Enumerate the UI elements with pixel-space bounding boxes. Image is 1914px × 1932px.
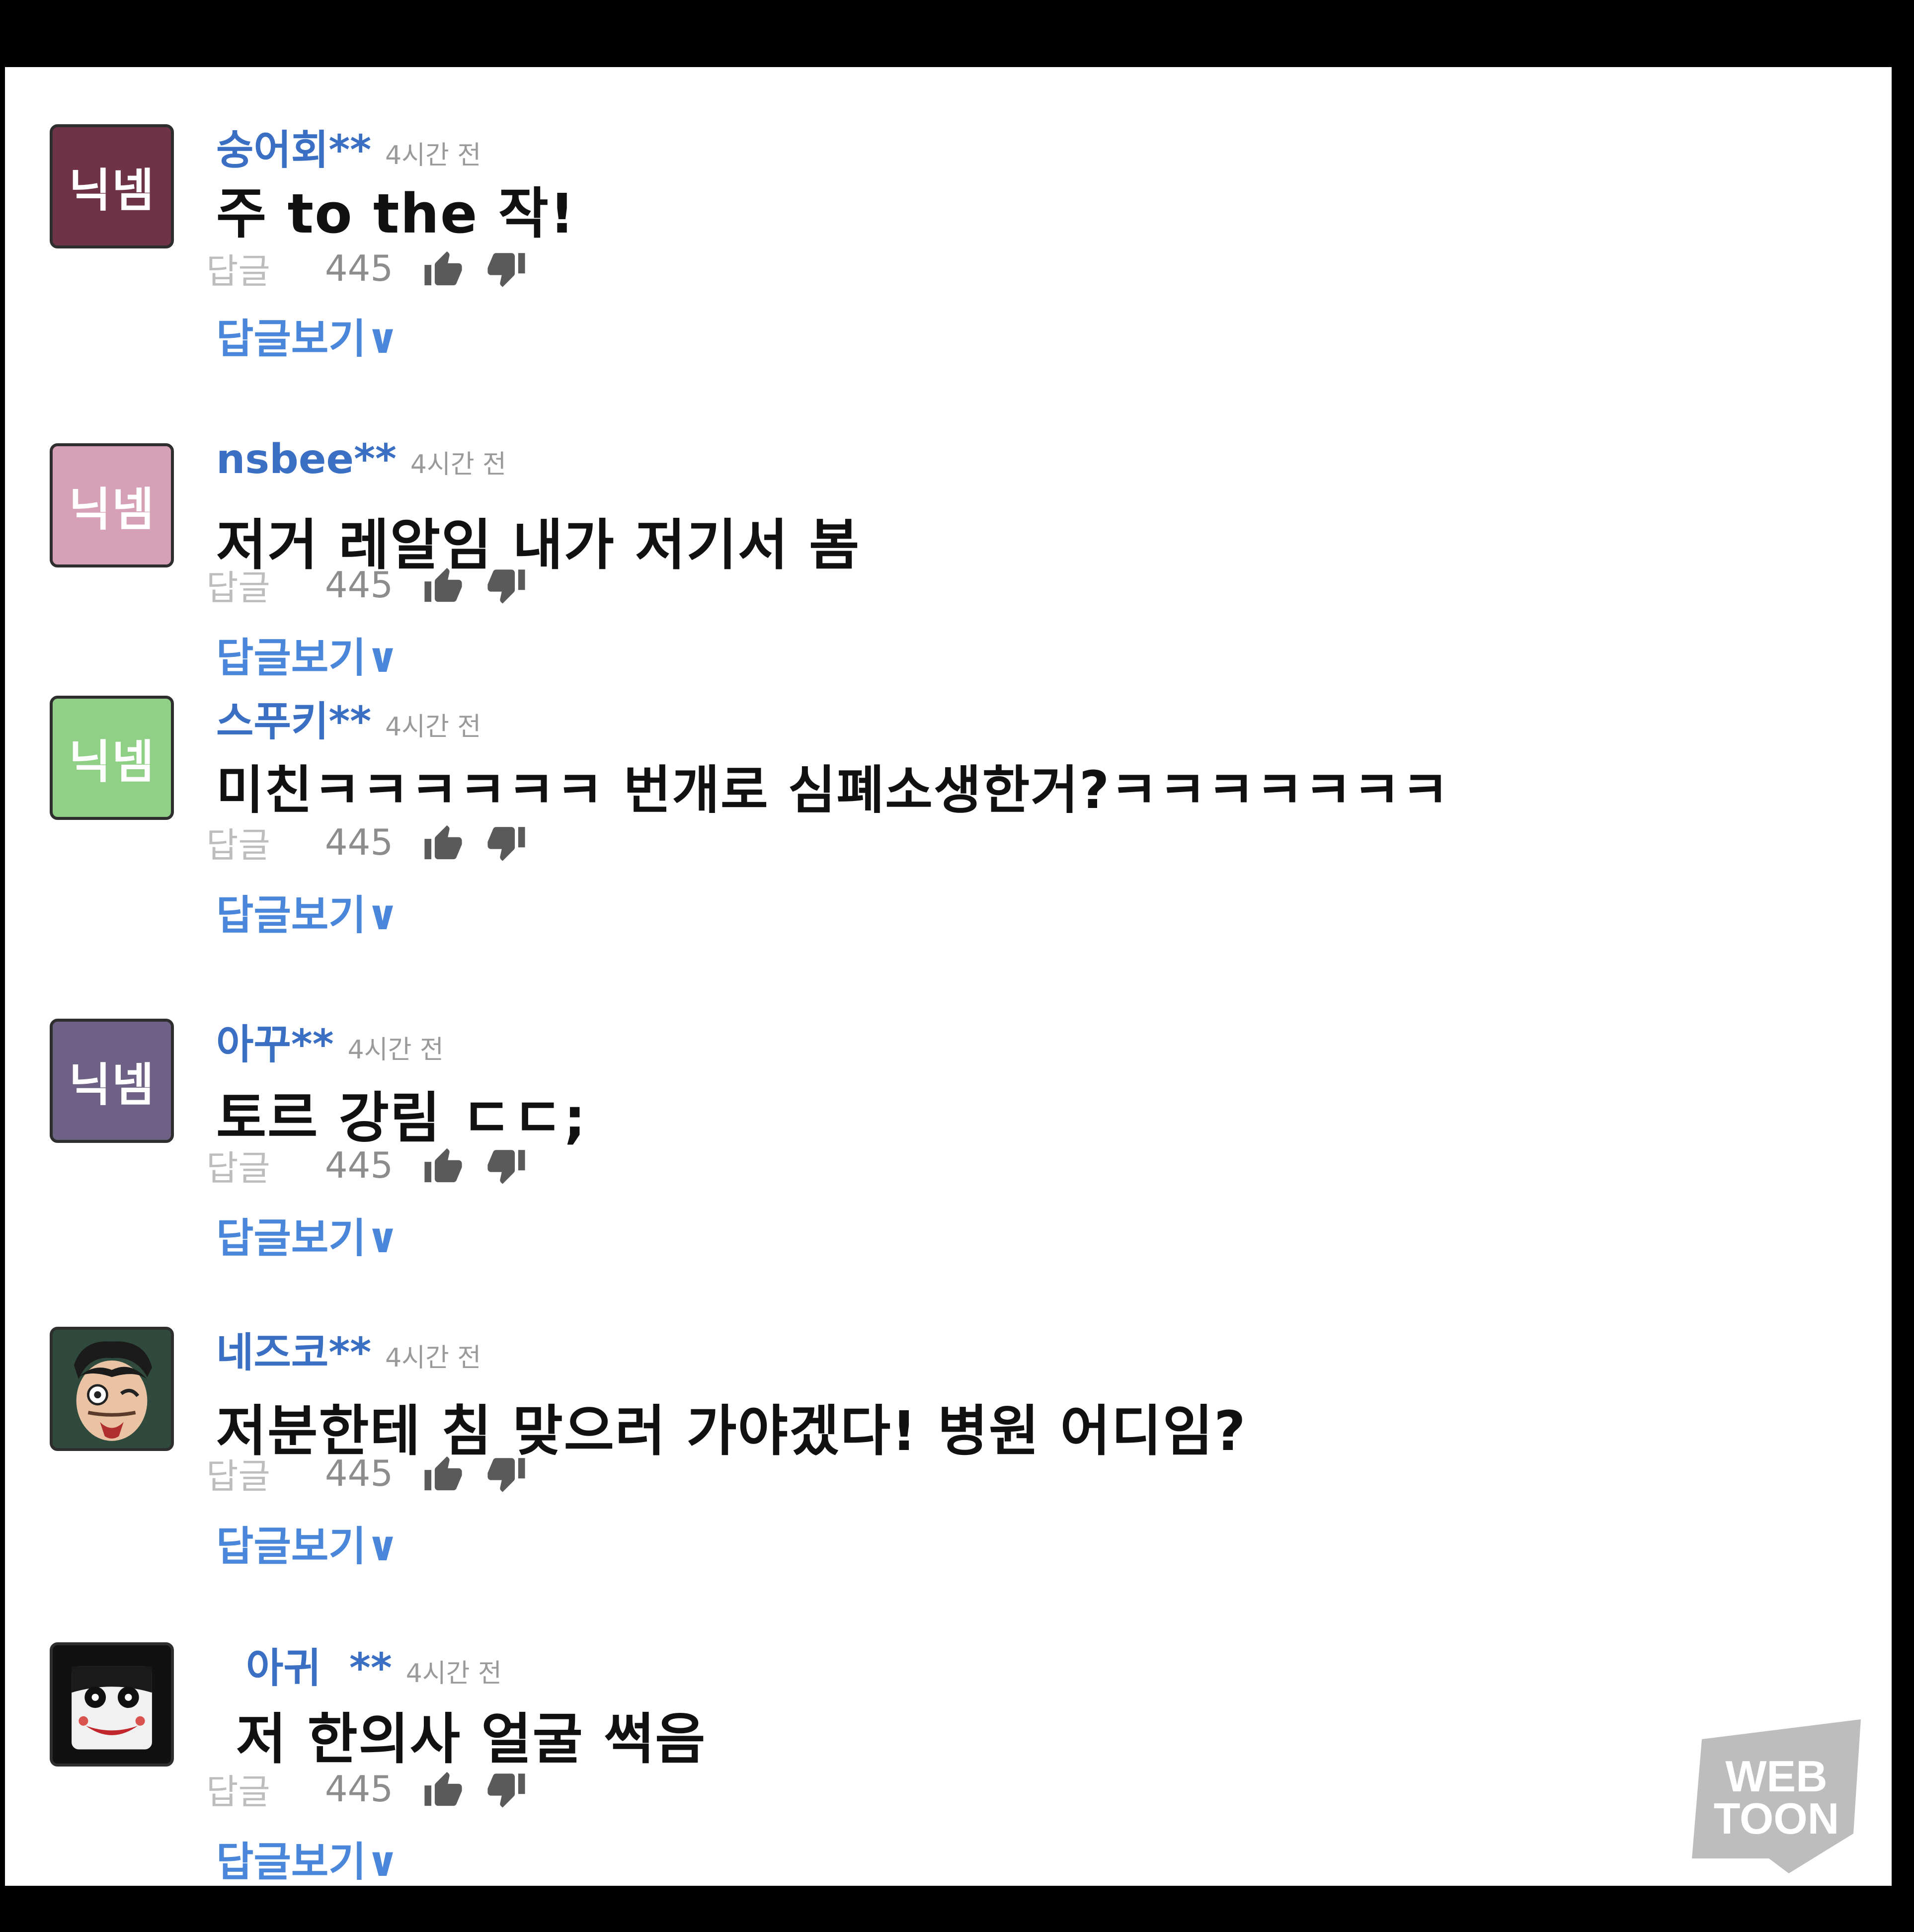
- avatar[interactable]: 닉넴: [50, 124, 174, 248]
- logo-text-line2: TOON: [1714, 1794, 1839, 1843]
- comment-header: 스푸키** 4시간 전: [216, 688, 481, 745]
- view-replies-link[interactable]: 답글보기∨: [216, 1513, 399, 1572]
- reply-button[interactable]: 답글: [206, 1449, 270, 1499]
- timestamp: 4시간 전: [385, 712, 481, 742]
- thumbs-down-icon[interactable]: [486, 1145, 527, 1186]
- timestamp: 4시간 전: [385, 1343, 481, 1373]
- thumbs-up-icon[interactable]: [423, 1769, 464, 1809]
- like-count: 445: [324, 564, 394, 606]
- like-count: 445: [324, 1768, 394, 1810]
- reply-button[interactable]: 답글: [206, 1764, 270, 1814]
- thumbs-up-icon[interactable]: [423, 248, 464, 289]
- thumbs-down-icon[interactable]: [486, 1769, 527, 1809]
- comment-actions: 답글 445: [206, 817, 527, 867]
- comment-text: 주 to the 작!: [216, 182, 576, 245]
- comment-header: nsbee** 4시간 전: [216, 436, 506, 490]
- thumbs-down-icon[interactable]: [486, 248, 527, 289]
- thumbs-down-icon[interactable]: [486, 1453, 527, 1494]
- view-replies-link[interactable]: 답글보기∨: [216, 1829, 399, 1886]
- like-count: 445: [324, 1144, 394, 1186]
- thumbs-down-icon[interactable]: [486, 564, 527, 605]
- avatar[interactable]: 닉넴: [50, 696, 174, 820]
- avatar-placeholder-text: 닉넴: [69, 483, 155, 536]
- webtoon-logo: WEB TOON: [1692, 1719, 1861, 1873]
- thumbs-up-icon[interactable]: [423, 564, 464, 605]
- view-replies-link[interactable]: 답글보기∨: [216, 882, 399, 941]
- thumbs-up-icon[interactable]: [423, 1453, 464, 1494]
- avatar-placeholder-text: 닉넴: [69, 1058, 155, 1112]
- like-count: 445: [324, 247, 394, 289]
- avatar-placeholder-text: 닉넴: [69, 735, 155, 789]
- avatar[interactable]: 닉넴: [50, 1019, 174, 1143]
- comment-actions: 답글 445: [206, 243, 527, 293]
- avatar[interactable]: 닉넴: [50, 443, 174, 567]
- avatar[interactable]: [50, 1642, 174, 1767]
- timestamp: 4시간 전: [410, 450, 507, 480]
- timestamp: 4시간 전: [405, 1659, 502, 1689]
- view-replies-link[interactable]: 답글보기∨: [216, 1205, 399, 1264]
- thumbs-up-icon[interactable]: [423, 822, 464, 863]
- timestamp: 4시간 전: [347, 1035, 444, 1065]
- comment-text: 저 한의사 얼굴 썩음: [236, 1707, 707, 1771]
- mask-face-avatar-icon: [53, 1645, 171, 1764]
- username[interactable]: 네즈코**: [216, 1329, 371, 1376]
- view-replies-link[interactable]: 답글보기∨: [216, 625, 399, 684]
- like-count: 445: [324, 821, 394, 863]
- comment-header: 아귀 ** 4시간 전: [246, 1635, 502, 1692]
- comment-actions: 답글 445: [206, 1764, 527, 1814]
- comment-header: 숭어회** 4시간 전: [216, 117, 481, 174]
- reply-button[interactable]: 답글: [206, 243, 270, 294]
- username[interactable]: 아귀 **: [246, 1645, 392, 1692]
- cartoon-face-avatar-icon: [53, 1330, 171, 1448]
- thumbs-down-icon[interactable]: [486, 822, 527, 863]
- avatar[interactable]: [50, 1327, 174, 1451]
- reply-button[interactable]: 답글: [206, 560, 270, 610]
- comment-panel: 닉넴 숭어회** 4시간 전 주 to the 작! 답글 445 답글보기∨ 닉…: [5, 67, 1892, 1886]
- timestamp: 4시간 전: [385, 141, 481, 170]
- username[interactable]: 숭어회**: [216, 127, 371, 174]
- comment-header: 아꾸** 4시간 전: [216, 1011, 444, 1068]
- comment-actions: 답글 445: [206, 560, 527, 610]
- comment-header: 네즈코** 4시간 전: [216, 1319, 481, 1376]
- username[interactable]: 아꾸**: [216, 1021, 334, 1068]
- comment-actions: 답글 445: [206, 1449, 527, 1498]
- view-replies-link[interactable]: 답글보기∨: [216, 306, 399, 365]
- username[interactable]: nsbee**: [216, 436, 397, 483]
- avatar-placeholder-text: 닉넴: [69, 163, 155, 217]
- comment-actions: 답글 445: [206, 1140, 527, 1190]
- reply-button[interactable]: 답글: [206, 817, 270, 868]
- reply-button[interactable]: 답글: [206, 1140, 270, 1191]
- username[interactable]: 스푸키**: [216, 698, 371, 745]
- like-count: 445: [324, 1452, 394, 1494]
- comment-text: 미친ㅋㅋㅋㅋㅋㅋ 번개로 심폐소생한거?ㅋㅋㅋㅋㅋㅋㅋ: [216, 760, 1450, 820]
- thumbs-up-icon[interactable]: [423, 1145, 464, 1186]
